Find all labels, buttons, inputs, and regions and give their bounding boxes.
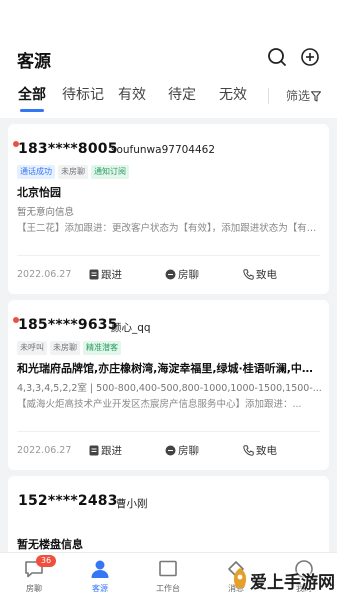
tabs-divider	[268, 88, 269, 104]
status-tabs: 全部 待标记 有效 待定 无效 筛选	[0, 84, 337, 114]
tabbar-item-house-chat[interactable]: 36 房聊	[6, 553, 62, 600]
active-tab-indicator	[20, 109, 44, 112]
tabbar-item-messages[interactable]: 消息	[208, 553, 264, 600]
house-chat-label: 房聊	[178, 445, 199, 457]
tab-pending-mark[interactable]: 待标记	[62, 84, 104, 104]
follow-up-icon	[89, 269, 99, 280]
customer-name: 颜心_qq	[111, 322, 151, 334]
unread-count-badge: 36	[36, 555, 56, 567]
tabbar-label: 客源	[92, 584, 108, 593]
call-label: 致电	[256, 445, 277, 457]
tab-all[interactable]: 全部	[18, 84, 46, 104]
tabbar-label: 我的	[296, 584, 312, 593]
call-label: 致电	[256, 269, 277, 281]
follow-up-button[interactable]: 跟进	[89, 443, 122, 458]
page-title: 客源	[17, 52, 51, 72]
follow-up-button[interactable]: 跟进	[89, 267, 122, 282]
tag-no-chat: 未房聊	[58, 165, 88, 179]
person-icon	[91, 560, 109, 578]
customer-interest-title: 北京怡园	[17, 186, 61, 199]
follow-up-log: 【威海火炬高技术产业开发区杰宸房产信息服务中心】添加跟进：...	[17, 399, 302, 410]
filter-button[interactable]: 筛选	[286, 87, 322, 104]
follow-up-label: 跟进	[101, 445, 122, 457]
tag-subscribed: 通知订阅	[91, 165, 129, 179]
add-circle-icon[interactable]	[300, 47, 320, 67]
customer-phone: 152****2483	[18, 493, 118, 509]
customer-interest-title: 和光瑞府品牌馆,亦庄橡树湾,海淀幸福里,绿城·桂语听澜,中铁...	[17, 362, 322, 375]
tabbar-item-workbench[interactable]: 工作台	[140, 553, 196, 600]
profile-icon	[295, 560, 313, 578]
phone-icon	[243, 269, 254, 280]
tag-no-chat: 未房聊	[50, 341, 80, 355]
tabbar-item-customers[interactable]: 客源	[72, 553, 128, 600]
tabbar-label: 房聊	[26, 584, 42, 593]
house-chat-button[interactable]: 房聊	[165, 443, 199, 458]
phone-icon	[243, 445, 254, 456]
search-icon[interactable]	[267, 47, 287, 67]
follow-up-date: 2022.06.27	[17, 445, 72, 456]
tab-undetermined[interactable]: 待定	[168, 84, 196, 104]
tabbar-label: 工作台	[156, 584, 180, 593]
filter-label: 筛选	[286, 89, 311, 103]
workbench-icon	[159, 560, 177, 577]
tabbar-item-me[interactable]: 我的	[276, 553, 332, 600]
customer-card[interactable]: 185****9635 颜心_qq 未呼叫 未房聊 精准潜客 和光瑞府品牌馆,亦…	[8, 300, 329, 470]
tag-not-called: 未呼叫	[17, 341, 47, 355]
tab-valid[interactable]: 有效	[118, 84, 146, 104]
customer-interest-detail: 4,3,3,4,5,2,2室 | 500-800,400-500,800-100…	[17, 383, 322, 394]
chat-bubble-icon	[165, 269, 176, 280]
follow-up-log: 【王二花】添加跟进：更改客户状态为【有效】，添加跟进状态为【有效】	[17, 223, 322, 234]
card-divider	[17, 431, 320, 432]
card-divider	[17, 255, 320, 256]
tag-precise-lead: 精准潜客	[83, 341, 121, 355]
filter-funnel-icon	[310, 91, 322, 102]
chat-bubble-icon	[165, 445, 176, 456]
house-chat-label: 房聊	[178, 269, 199, 281]
follow-up-date: 2022.06.27	[17, 269, 72, 280]
header: 客源 全部 待标记 有效 待定 无效 筛选	[0, 0, 337, 118]
bottom-tab-bar: 36 房聊 客源 工作台 消息 我的	[0, 552, 337, 600]
follow-up-icon	[89, 445, 99, 456]
customer-card[interactable]: 183****8005 soufunwa97704462 通话成功 未房聊 通知…	[8, 124, 329, 294]
customer-interest-title: 暂无楼盘信息	[17, 538, 83, 551]
customer-name: 曹小刚	[116, 498, 148, 510]
call-button[interactable]: 致电	[243, 267, 277, 282]
customer-interest-detail: 暂无意向信息	[17, 207, 75, 218]
customer-phone: 183****8005	[18, 141, 118, 157]
follow-up-label: 跟进	[101, 269, 122, 281]
tag-call-success: 通话成功	[17, 165, 55, 179]
house-chat-button[interactable]: 房聊	[165, 267, 199, 282]
message-icon	[228, 561, 244, 577]
call-button[interactable]: 致电	[243, 443, 277, 458]
tab-invalid[interactable]: 无效	[219, 84, 247, 104]
customer-name: soufunwa97704462	[111, 144, 216, 156]
customer-phone: 185****9635	[18, 317, 118, 333]
tabbar-label: 消息	[228, 584, 244, 593]
